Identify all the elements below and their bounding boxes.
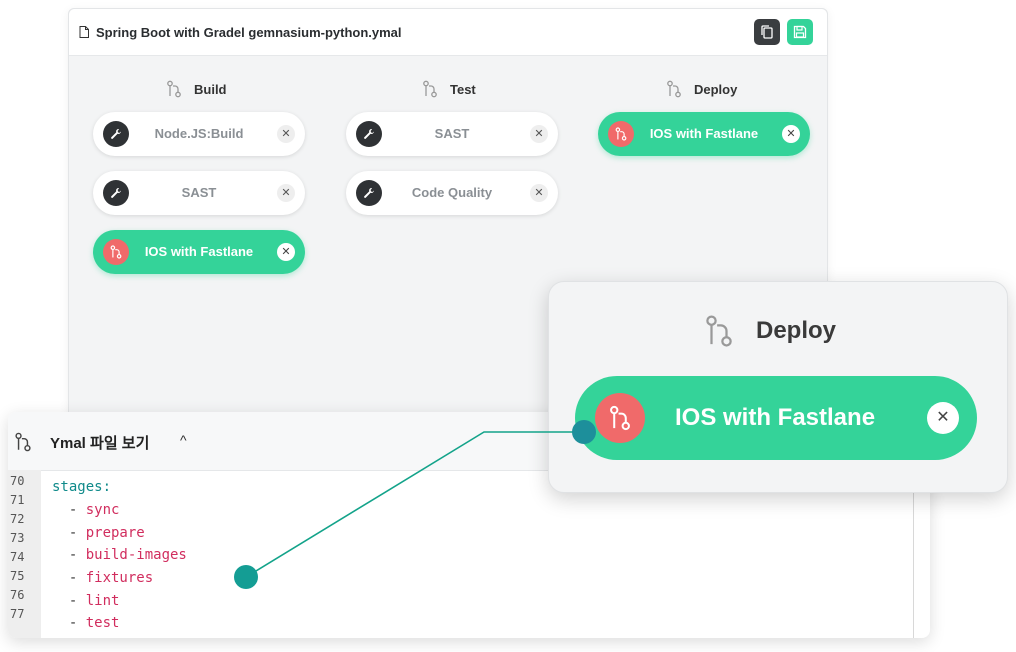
remove-job-button[interactable]: ✕ [927, 402, 959, 434]
git-branch-icon [595, 393, 645, 443]
job-label: IOS with Fastlane [649, 126, 759, 141]
remove-job-button[interactable]: ✕ [277, 184, 295, 202]
yaml-value: lint [85, 593, 120, 609]
zoom-callout: Deploy IOS with Fastlane ✕ [548, 281, 1008, 493]
file-icon [79, 26, 89, 38]
yaml-value: test [85, 615, 120, 631]
stage-name: Deploy [694, 81, 738, 97]
job-label: IOS with Fastlane [144, 244, 254, 259]
job-label: Code Quality [411, 185, 493, 200]
copy-icon [761, 25, 773, 39]
remove-job-button[interactable]: ✕ [530, 125, 548, 143]
line-number: 70 [10, 474, 25, 488]
job-chip[interactable]: Node.JS:Build ✕ [93, 112, 305, 156]
line-number: 73 [10, 531, 25, 545]
code-line: - sync [52, 502, 120, 518]
zoom-job-label: IOS with Fastlane [675, 404, 876, 431]
git-branch-icon [608, 121, 634, 147]
line-number: 74 [10, 550, 25, 564]
wrench-icon [356, 180, 382, 206]
job-chip-active[interactable]: IOS with Fastlane ✕ [93, 230, 305, 274]
pipeline-branch-icon [423, 80, 437, 98]
line-number: 77 [10, 607, 25, 621]
job-label: Node.JS:Build [154, 126, 244, 141]
code-line: stages: [52, 479, 111, 495]
job-chip[interactable]: SAST ✕ [93, 171, 305, 215]
yaml-value: prepare [85, 525, 145, 541]
remove-job-button[interactable]: ✕ [277, 125, 295, 143]
remove-job-button[interactable]: ✕ [782, 125, 800, 143]
yaml-value: fixtures [85, 570, 154, 586]
code-line: - fixtures [52, 570, 154, 586]
stage-header-test: Test [422, 79, 476, 99]
code-line: - build-images [52, 547, 187, 563]
git-branch-icon [103, 239, 129, 265]
file-title: Spring Boot with Gradel gemnasium-python… [96, 25, 402, 40]
line-number: 75 [10, 569, 25, 583]
yaml-value: build-images [85, 547, 187, 563]
line-number: 76 [10, 588, 25, 602]
wrench-icon [356, 121, 382, 147]
stage-header-deploy: Deploy [666, 79, 737, 99]
job-chip[interactable]: SAST ✕ [346, 112, 558, 156]
remove-job-button[interactable]: ✕ [277, 243, 295, 261]
save-button[interactable] [787, 19, 813, 45]
job-label: SAST [434, 126, 470, 141]
job-chip-active[interactable]: IOS with Fastlane ✕ [598, 112, 810, 156]
wrench-icon [103, 180, 129, 206]
line-number: 71 [10, 493, 25, 507]
pipeline-branch-icon [15, 432, 31, 452]
remove-job-button[interactable]: ✕ [530, 184, 548, 202]
code-line: - prepare [52, 525, 145, 541]
copy-button[interactable] [754, 19, 780, 45]
job-label: SAST [181, 185, 217, 200]
pipeline-branch-icon [167, 80, 181, 98]
yaml-panel-title: Ymal 파일 보기 [50, 435, 150, 452]
zoom-stage-name: Deploy [756, 317, 837, 344]
scrollbar[interactable] [913, 470, 914, 638]
stage-name: Test [450, 81, 476, 97]
stage-header-build: Build [166, 79, 227, 99]
window-titlebar: Spring Boot with Gradel gemnasium-python… [69, 9, 827, 56]
yaml-value: sync [85, 502, 120, 518]
pipeline-branch-icon [667, 80, 681, 98]
job-chip[interactable]: Code Quality ✕ [346, 171, 558, 215]
zoom-job-chip[interactable]: IOS with Fastlane ✕ [575, 376, 977, 460]
code-line: - lint [52, 593, 120, 609]
stage-name: Build [194, 81, 227, 97]
code-line: - test [52, 615, 120, 631]
yaml-key: stages: [52, 479, 112, 495]
pipeline-branch-icon [706, 315, 732, 347]
line-number: 72 [10, 512, 25, 526]
zoom-stage-header: Deploy [704, 314, 836, 348]
wrench-icon [103, 121, 129, 147]
chevron-up-icon[interactable]: ^ [180, 432, 187, 448]
save-icon [793, 25, 807, 39]
line-number-gutter: 70 71 72 73 74 75 76 77 [8, 470, 41, 638]
